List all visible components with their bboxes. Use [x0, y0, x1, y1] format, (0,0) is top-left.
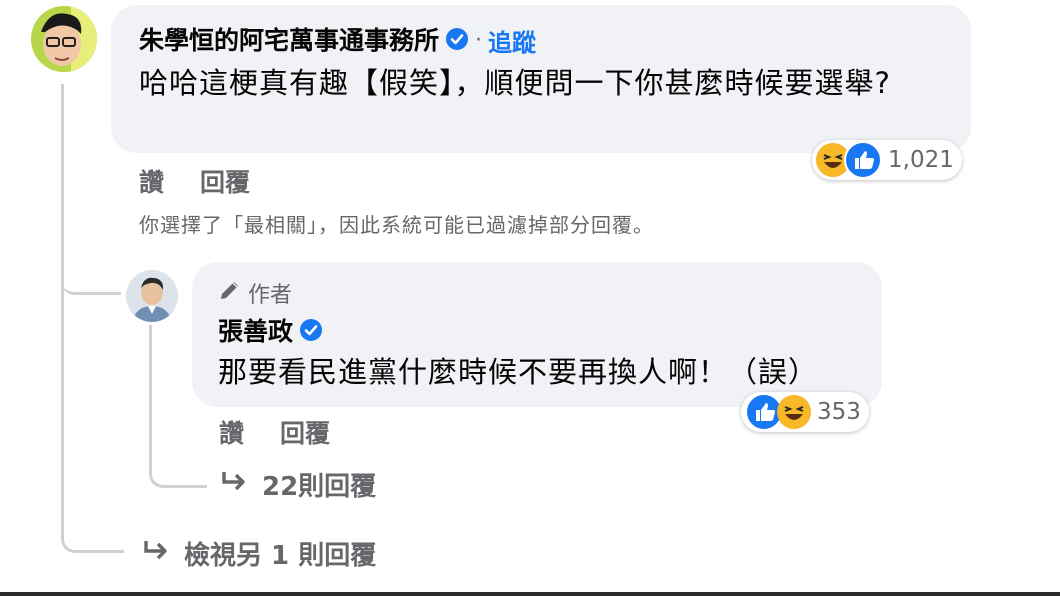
thread-line-main	[61, 84, 64, 539]
thread-connector-view-more	[61, 520, 124, 553]
verified-badge-icon	[445, 27, 469, 55]
author-badge: 作者	[218, 277, 292, 309]
reply-reply-button[interactable]: 回覆	[280, 414, 330, 450]
view-more-label: 檢視另 1 則回覆	[184, 541, 377, 571]
reply-reactions[interactable]: 353	[741, 392, 869, 432]
view-more-replies-link[interactable]: 檢視另 1 則回覆	[142, 535, 376, 572]
reply-arrow-icon	[220, 469, 248, 500]
comment-author-name[interactable]: 朱學恒的阿宅萬事通事務所	[139, 26, 439, 56]
reply-like-button[interactable]: 讚	[219, 414, 244, 450]
filter-note: 你選擇了「最相關」，因此系統可能已過濾掉部分回覆。	[139, 213, 654, 237]
more-replies-link[interactable]: 22則回覆	[220, 466, 376, 503]
reply-author-name[interactable]: 張善政	[218, 317, 293, 347]
comment-header: 朱學恒的阿宅萬事通事務所 · 追蹤	[139, 23, 536, 58]
reply-reaction-count: 353	[817, 399, 861, 425]
thread-connector-reply	[61, 270, 121, 295]
comment-bubble: 朱學恒的阿宅萬事通事務所 · 追蹤 哈哈這梗真有趣【假笑】，順便問一下你甚麼時候…	[111, 5, 971, 153]
verified-badge-icon	[299, 318, 323, 346]
reply-text: 那要看民進黨什麼時候不要再換人啊！（誤）	[218, 355, 819, 389]
bottom-border	[0, 592, 1060, 596]
thread-line-reply	[149, 325, 152, 465]
reply-arrow-icon	[142, 538, 170, 569]
thread-connector-more-replies	[149, 455, 207, 488]
commenter-avatar-image	[31, 6, 97, 72]
reply-author-avatar-image	[126, 270, 178, 322]
comment-reply-button[interactable]: 回覆	[200, 163, 250, 199]
haha-icon	[777, 395, 811, 429]
author-badge-label: 作者	[248, 283, 293, 308]
comment-reactions[interactable]: 1,021	[812, 140, 962, 180]
comment-text: 哈哈這梗真有趣【假笑】，順便問一下你甚麼時候要選舉?	[139, 66, 891, 100]
follow-button[interactable]: 追蹤	[488, 23, 536, 58]
reply-header: 張善政	[218, 317, 323, 347]
comment-reaction-count: 1,021	[888, 147, 954, 173]
more-replies-label: 22則回覆	[262, 472, 377, 502]
separator-dot: ·	[475, 28, 483, 53]
like-icon	[844, 141, 882, 179]
avatar-reply-author[interactable]	[126, 270, 178, 322]
reply-bubble: 作者 張善政 那要看民進黨什麼時候不要再換人啊！（誤）	[192, 262, 882, 407]
pencil-icon	[218, 278, 242, 308]
comment-like-button[interactable]: 讚	[139, 163, 164, 199]
avatar-commenter[interactable]	[31, 6, 97, 72]
